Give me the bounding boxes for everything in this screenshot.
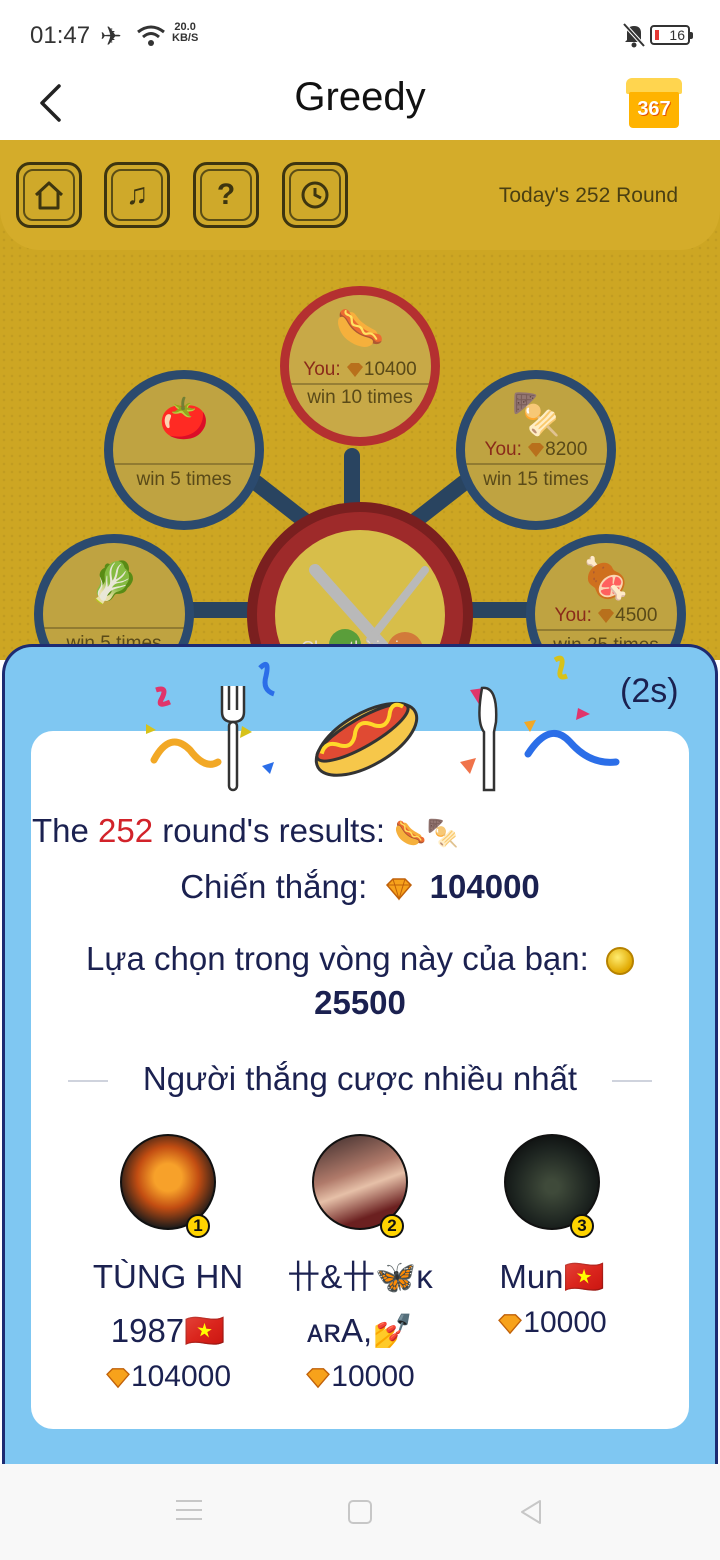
cabbage-icon: 🥬	[89, 561, 139, 605]
status-time: 01:47	[30, 22, 91, 49]
round-results-line: The 252 round's results: 🌭🍢	[32, 812, 459, 849]
winnings-label: Chiến thắng:	[180, 868, 368, 905]
bet-option-hotdog[interactable]: 🌭 You: 10400 win 10 times	[280, 286, 440, 446]
coin-icon	[605, 947, 634, 976]
app-header: Greedy 367	[0, 72, 720, 140]
shop-badge: 367	[637, 98, 671, 120]
meat-icon: 🍖	[581, 557, 631, 601]
home-nav-icon[interactable]	[348, 1500, 372, 1524]
win-multiplier: win 10 times	[307, 387, 413, 408]
winner-amount: 10000	[452, 1306, 652, 1340]
your-choice-line: Lựa chọn trong vòng này của bạn:	[0, 940, 720, 978]
airplane-mode-icon: ✈	[100, 21, 122, 51]
home-icon	[34, 181, 64, 210]
win-multiplier: win 15 times	[483, 469, 589, 490]
diamond-icon	[598, 608, 615, 623]
page-title: Greedy	[294, 75, 426, 119]
network-speed-unit: KB/S	[172, 32, 199, 44]
winner-amount: 104000	[68, 1360, 268, 1394]
history-icon	[301, 181, 329, 209]
battery-icon: 16	[650, 25, 693, 45]
round-info: Today's 252 Round	[498, 184, 678, 207]
rank-badge: 1	[186, 1214, 210, 1238]
bet-option-meat[interactable]: 🍖 You: 4500 win 25 times	[526, 534, 686, 660]
top-winners-title: Người thắng cược nhiều nhất	[142, 1060, 578, 1097]
diamond-icon	[528, 442, 545, 457]
battery-level: 16	[669, 27, 685, 43]
your-choice-label: Lựa chọn trong vòng này của bạn:	[86, 940, 589, 977]
shop-button[interactable]: 367	[626, 78, 682, 130]
winner-card-2[interactable]: 2 卄&卄🦋κ ᴀʀA,💅 10000	[260, 1134, 460, 1394]
diamond-icon	[106, 1368, 130, 1389]
hotdog-result-icon	[314, 701, 419, 777]
winner-name: TÙNG HN 1987🇻🇳	[92, 1258, 244, 1349]
winner-amount: 10000	[260, 1360, 460, 1394]
winnings-amount: 104000	[429, 868, 540, 905]
your-bet: You: 10400	[303, 359, 417, 380]
winner-name: 卄&卄🦋κ ᴀʀA,💅	[287, 1258, 433, 1349]
bet-option-tomato[interactable]: 🍅 win 5 times	[104, 370, 264, 530]
divider	[612, 1080, 652, 1082]
round-number: 252	[98, 812, 154, 849]
music-off-icon: ♫	[111, 169, 163, 221]
winner-card-3[interactable]: 3 Mun🇻🇳 10000	[452, 1134, 652, 1340]
skewer-icon: 🍢	[511, 393, 561, 437]
winnings-line: Chiến thắng: 104000	[0, 868, 720, 906]
winner-card-1[interactable]: 1 TÙNG HN 1987🇻🇳 104000	[68, 1134, 268, 1394]
knife-icon	[478, 686, 498, 792]
back-arrow-icon[interactable]	[32, 78, 72, 128]
game-board: ♫ ? Today's 252 Round 🌭 You: 10400 win 1…	[0, 140, 720, 660]
help-button[interactable]: ?	[193, 162, 259, 228]
music-toggle-button[interactable]: ♫	[104, 162, 170, 228]
center-plate: Chọn thời gian	[247, 502, 473, 660]
diamond-icon	[306, 1368, 331, 1389]
bet-option-cabbage[interactable]: 🥬 win 5 times	[34, 534, 194, 660]
wifi-icon	[137, 25, 165, 46]
diamond-icon	[346, 362, 363, 377]
recent-apps-icon[interactable]	[176, 1500, 202, 1527]
home-button[interactable]	[16, 162, 82, 228]
rank-badge: 2	[380, 1214, 404, 1238]
back-nav-icon[interactable]	[518, 1498, 544, 1526]
hotdog-icon: 🌭	[335, 307, 385, 351]
system-navigation-bar	[0, 1464, 720, 1560]
your-bet: You: 8200	[484, 439, 588, 460]
winner-name: Mun🇻🇳	[499, 1258, 605, 1295]
notification-muted-icon	[622, 22, 646, 48]
fork-icon	[220, 686, 246, 792]
tomato-icon: 🍅	[159, 397, 209, 441]
diamond-icon	[498, 1314, 523, 1335]
help-icon: ?	[200, 169, 252, 221]
bet-option-skewer[interactable]: 🍢 You: 8200 win 15 times	[456, 370, 616, 530]
your-bet: You: 4500	[554, 605, 658, 626]
win-multiplier: win 5 times	[136, 469, 232, 490]
network-speed: 20.0 KB/S	[172, 22, 198, 44]
status-bar: 01:47 ✈ 20.0 KB/S 16	[0, 0, 720, 72]
your-choice-amount: 25500	[314, 984, 406, 1021]
result-food-icons: 🌭🍢	[394, 818, 459, 848]
diamond-icon	[385, 878, 412, 902]
history-button[interactable]	[282, 162, 348, 228]
rank-badge: 3	[570, 1214, 594, 1238]
